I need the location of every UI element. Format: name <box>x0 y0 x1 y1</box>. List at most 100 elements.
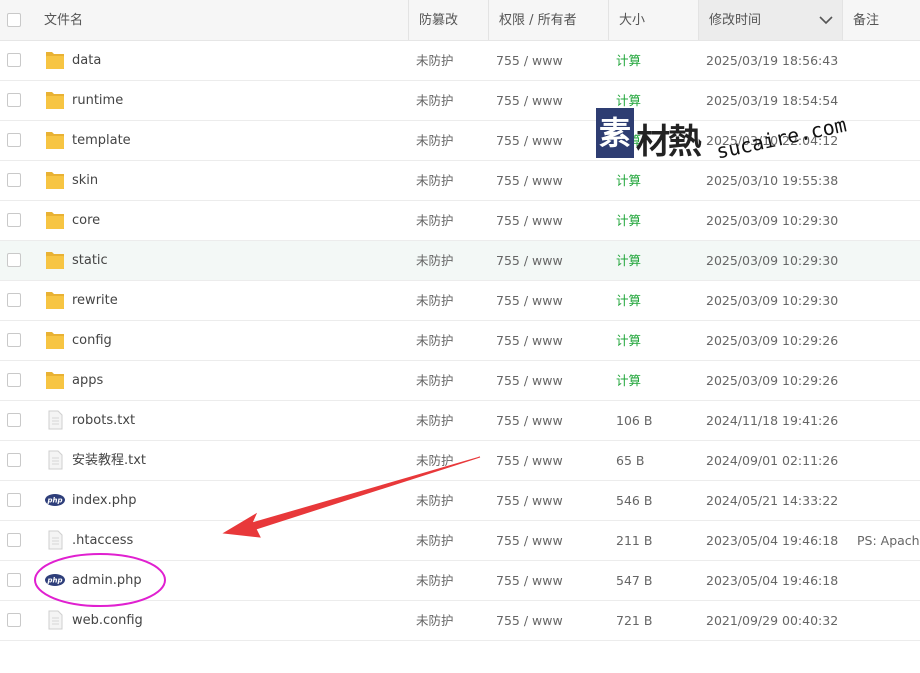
row-checkbox[interactable] <box>7 493 21 507</box>
row-checkbox[interactable] <box>7 413 21 427</box>
permission-owner[interactable]: 755 / www <box>496 401 563 440</box>
file-manager-page: 文件名 防篡改 权限 / 所有者 大小 修改时间 备注 data 未防护 755 /… <box>0 0 920 673</box>
select-all-checkbox[interactable] <box>7 13 21 27</box>
table-row[interactable]: runtime 未防护 755 / www 计算 2025/03/19 18:54:54 <box>0 81 920 121</box>
file-table: 文件名 防篡改 权限 / 所有者 大小 修改时间 备注 data 未防护 755 /… <box>0 0 920 641</box>
row-checkbox[interactable] <box>7 333 21 347</box>
permission-owner[interactable]: 755 / www <box>496 321 563 360</box>
permission-owner[interactable]: 755 / www <box>496 41 563 80</box>
table-row[interactable]: template 未防护 755 / www 计算 2025/03/10 22:04:1… <box>0 121 920 161</box>
table-row[interactable]: web.config 未防护 755 / www 721 B 2021/09/29 00… <box>0 601 920 641</box>
folder-icon <box>44 329 66 351</box>
file-name-link[interactable]: apps <box>72 361 103 400</box>
file-size: 65 B <box>616 453 645 468</box>
permission-owner[interactable]: 755 / www <box>496 481 563 520</box>
table-body: data 未防护 755 / www 计算 2025/03/19 18:56:43 run… <box>0 41 920 641</box>
file-name-link[interactable]: robots.txt <box>72 401 135 440</box>
permission-owner[interactable]: 755 / www <box>496 361 563 400</box>
row-checkbox[interactable] <box>7 573 21 587</box>
file-name-link[interactable]: data <box>72 41 101 80</box>
table-row[interactable]: robots.txt 未防护 755 / www 106 B 2024/11/18 19… <box>0 401 920 441</box>
row-checkbox[interactable] <box>7 533 21 547</box>
row-checkbox[interactable] <box>7 173 21 187</box>
table-row[interactable]: php admin.php 未防护 755 / www 547 B 2023/05/04 … <box>0 561 920 601</box>
file-name-link[interactable]: 安装教程.txt <box>72 441 146 480</box>
file-name-link[interactable]: runtime <box>72 81 123 120</box>
row-checkbox[interactable] <box>7 373 21 387</box>
column-header-permission[interactable]: 权限 / 所有者 <box>488 0 608 40</box>
modified-time: 2025/03/09 10:29:30 <box>706 293 839 308</box>
file-name-link[interactable]: rewrite <box>72 281 118 320</box>
permission-owner[interactable]: 755 / www <box>496 281 563 320</box>
file-name-link[interactable]: core <box>72 201 100 240</box>
table-row[interactable]: 安装教程.txt 未防护 755 / www 65 B 2024/09/01 02:11… <box>0 441 920 481</box>
table-row[interactable]: data 未防护 755 / www 计算 2025/03/19 18:56:43 <box>0 41 920 81</box>
permission-owner[interactable]: 755 / www <box>496 161 563 200</box>
calculate-size-link[interactable]: 计算 <box>616 321 641 360</box>
table-row[interactable]: skin 未防护 755 / www 计算 2025/03/10 19:55:38 <box>0 161 920 201</box>
folder-icon <box>44 209 66 231</box>
chevron-down-icon[interactable] <box>819 15 833 25</box>
permission-owner[interactable]: 755 / www <box>496 121 563 160</box>
row-checkbox[interactable] <box>7 293 21 307</box>
column-header-note: 备注 <box>842 0 920 40</box>
row-checkbox[interactable] <box>7 53 21 67</box>
row-checkbox[interactable] <box>7 253 21 267</box>
text-file-icon <box>44 449 66 471</box>
file-name-link[interactable]: config <box>72 321 112 360</box>
permission-owner[interactable]: 755 / www <box>496 441 563 480</box>
calculate-size-link[interactable]: 计算 <box>616 361 641 400</box>
modified-time: 2024/09/01 02:11:26 <box>706 453 839 468</box>
table-row[interactable]: apps 未防护 755 / www 计算 2025/03/09 10:29:26 <box>0 361 920 401</box>
permission-owner[interactable]: 755 / www <box>496 561 563 600</box>
file-size: 546 B <box>616 493 653 508</box>
file-name-link[interactable]: template <box>72 121 131 160</box>
table-row[interactable]: php index.php 未防护 755 / www 546 B 2024/05/21 … <box>0 481 920 521</box>
row-checkbox[interactable] <box>7 613 21 627</box>
protect-status: 未防护 <box>416 333 454 348</box>
protect-status: 未防护 <box>416 573 454 588</box>
column-header-mtime-label: 修改时间 <box>709 13 762 28</box>
file-name-link[interactable]: admin.php <box>72 561 142 600</box>
table-row[interactable]: rewrite 未防护 755 / www 计算 2025/03/09 10:29:30 <box>0 281 920 321</box>
protect-status: 未防护 <box>416 213 454 228</box>
protect-status: 未防护 <box>416 293 454 308</box>
column-header-size[interactable]: 大小 <box>608 0 698 40</box>
protect-status: 未防护 <box>416 413 454 428</box>
row-checkbox[interactable] <box>7 133 21 147</box>
calculate-size-link[interactable]: 计算 <box>616 161 641 200</box>
column-header-name[interactable]: 文件名 <box>44 0 83 40</box>
file-size: 547 B <box>616 573 653 588</box>
modified-time: 2023/05/04 19:46:18 <box>706 533 839 548</box>
permission-owner[interactable]: 755 / www <box>496 81 563 120</box>
text-file-icon <box>44 529 66 551</box>
calculate-size-link[interactable]: 计算 <box>616 201 641 240</box>
file-name-link[interactable]: index.php <box>72 481 136 520</box>
protect-status: 未防护 <box>416 53 454 68</box>
file-name-link[interactable]: static <box>72 241 108 280</box>
permission-owner[interactable]: 755 / www <box>496 201 563 240</box>
table-row[interactable]: static 未防护 755 / www 计算 2025/03/09 10:29:30 <box>0 241 920 281</box>
row-checkbox[interactable] <box>7 453 21 467</box>
modified-time: 2025/03/09 10:29:30 <box>706 213 839 228</box>
calculate-size-link[interactable]: 计算 <box>616 121 641 160</box>
protect-status: 未防护 <box>416 613 454 628</box>
table-row[interactable]: .htaccess 未防护 755 / www 211 B 2023/05/04 19:… <box>0 521 920 561</box>
table-row[interactable]: config 未防护 755 / www 计算 2025/03/09 10:29:26 <box>0 321 920 361</box>
permission-owner[interactable]: 755 / www <box>496 521 563 560</box>
calculate-size-link[interactable]: 计算 <box>616 41 641 80</box>
permission-owner[interactable]: 755 / www <box>496 601 563 640</box>
row-checkbox[interactable] <box>7 213 21 227</box>
protect-status: 未防护 <box>416 93 454 108</box>
calculate-size-link[interactable]: 计算 <box>616 81 641 120</box>
file-name-link[interactable]: .htaccess <box>72 521 133 560</box>
row-checkbox[interactable] <box>7 93 21 107</box>
permission-owner[interactable]: 755 / www <box>496 241 563 280</box>
text-file-icon <box>44 409 66 431</box>
table-row[interactable]: core 未防护 755 / www 计算 2025/03/09 10:29:30 <box>0 201 920 241</box>
file-name-link[interactable]: web.config <box>72 601 143 640</box>
modified-time: 2025/03/09 10:29:26 <box>706 333 839 348</box>
calculate-size-link[interactable]: 计算 <box>616 281 641 320</box>
file-name-link[interactable]: skin <box>72 161 98 200</box>
calculate-size-link[interactable]: 计算 <box>616 241 641 280</box>
